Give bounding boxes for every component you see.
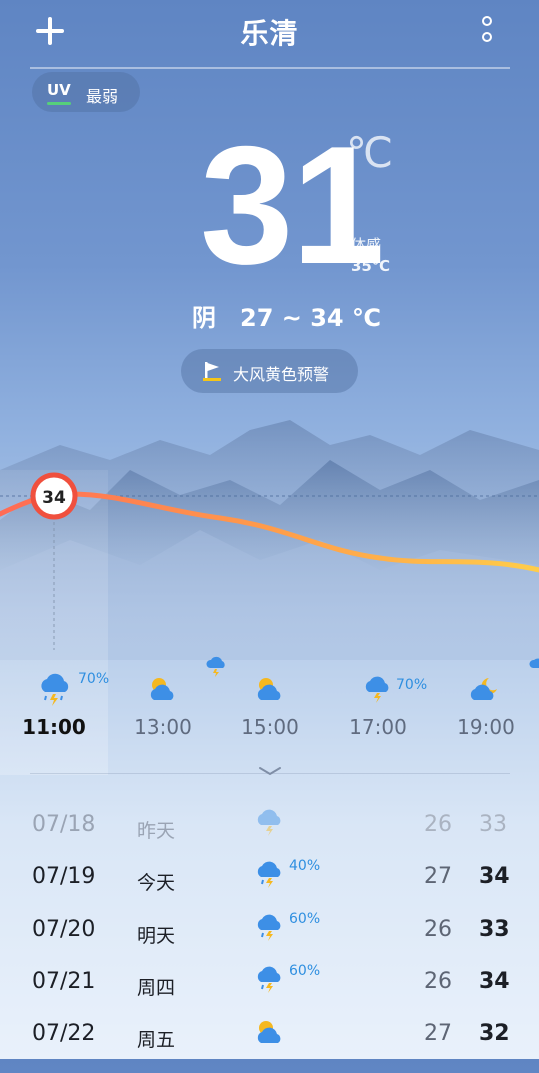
hour-time: 19:00 <box>457 715 515 739</box>
weather-warning-pill[interactable]: 大风黄色预警 <box>181 349 358 393</box>
dot-icon <box>482 16 492 26</box>
thunder-rain-icon <box>257 809 281 836</box>
day-weekday: 周五 <box>137 1029 176 1051</box>
weather-condition: 阴 <box>192 304 216 332</box>
thunder-rain-icon <box>257 966 281 993</box>
daily-row[interactable]: 07/21 周四 60% 26 34 <box>0 963 539 1021</box>
city-title[interactable]: 乐清 <box>0 12 539 52</box>
precip-probability: 70% <box>78 671 110 687</box>
day-high-temp: 34 <box>479 864 510 889</box>
thunder-rain-icon <box>257 861 281 888</box>
hourly-temperature-chart: 34 <box>0 472 539 650</box>
partly-cloudy-icon <box>257 678 281 700</box>
precip-probability: 60% <box>289 963 321 979</box>
temperature-curve <box>0 491 539 573</box>
partly-cloudy-icon <box>257 1021 281 1043</box>
thunder-rain-icon <box>365 676 389 703</box>
precip-probability: 70% <box>396 677 428 693</box>
day-date: 07/19 <box>32 864 96 889</box>
thunder-rain-icon <box>206 656 225 677</box>
hour-time: 15:00 <box>241 715 299 739</box>
day-low-temp: 27 <box>424 1021 452 1046</box>
day-low-temp: 27 <box>424 864 452 889</box>
hour-time: 17:00 <box>349 715 407 739</box>
hour-time: 13:00 <box>134 715 192 739</box>
day-date: 07/22 <box>32 1021 96 1046</box>
precip-probability: 40% <box>289 858 321 874</box>
day-low-temp: 26 <box>424 812 452 837</box>
day-weekday: 明天 <box>137 925 176 947</box>
day-weekday: 今天 <box>137 872 176 894</box>
more-options-button[interactable] <box>474 12 504 52</box>
top-bar: 乐清 <box>0 0 539 70</box>
temperature-range: 27 ~ 34 ℃ <box>240 304 382 332</box>
hour-time: 11:00 <box>22 715 86 739</box>
day-low-temp: 26 <box>424 917 452 942</box>
uv-level-indicator <box>47 102 71 105</box>
daily-row[interactable]: 07/19 今天 40% 27 34 <box>0 858 539 916</box>
feels-like-value: 35℃ <box>351 257 391 275</box>
day-weekday: 周四 <box>137 977 176 999</box>
uv-level-text: 最弱 <box>86 87 119 106</box>
day-high-temp: 33 <box>479 812 507 837</box>
partly-cloudy-icon <box>150 678 174 700</box>
header-divider <box>30 67 510 69</box>
warning-text: 大风黄色预警 <box>233 365 330 384</box>
daily-row[interactable]: 07/18 昨天 26 33 <box>0 809 539 864</box>
thunder-rain-icon <box>41 673 69 706</box>
daily-row[interactable]: 07/22 周五 27 32 <box>0 1021 539 1073</box>
day-high-temp: 32 <box>479 1021 510 1046</box>
hourly-forecast[interactable]: 70% 11:00 13:00 15:00 70% 17:00 19:00 <box>0 650 539 760</box>
condition-line: 阴 27 ~ 34 ℃ <box>192 298 381 333</box>
thunder-rain-icon <box>257 914 281 941</box>
feels-like-label: 体感 <box>351 236 382 254</box>
uv-index-pill[interactable]: UV 最弱 <box>32 72 140 112</box>
temperature-unit: ℃ <box>346 128 394 177</box>
precip-probability: 60% <box>289 911 321 927</box>
day-high-temp: 34 <box>479 969 510 994</box>
day-date: 07/21 <box>32 969 96 994</box>
warning-flag-icon <box>203 362 221 381</box>
dot-icon <box>482 32 492 42</box>
day-date: 07/20 <box>32 917 96 942</box>
day-low-temp: 26 <box>424 969 452 994</box>
partly-cloudy-night-icon <box>470 678 497 700</box>
day-high-temp: 33 <box>479 917 510 942</box>
day-weekday: 昨天 <box>137 820 176 842</box>
daily-row[interactable]: 07/20 明天 60% 26 33 <box>0 911 539 969</box>
uv-label: UV <box>47 81 71 99</box>
chevron-down-icon[interactable] <box>257 764 283 778</box>
day-date: 07/18 <box>32 812 96 837</box>
thunder-rain-icon <box>529 658 539 668</box>
current-temp-marker-label: 34 <box>42 488 66 508</box>
